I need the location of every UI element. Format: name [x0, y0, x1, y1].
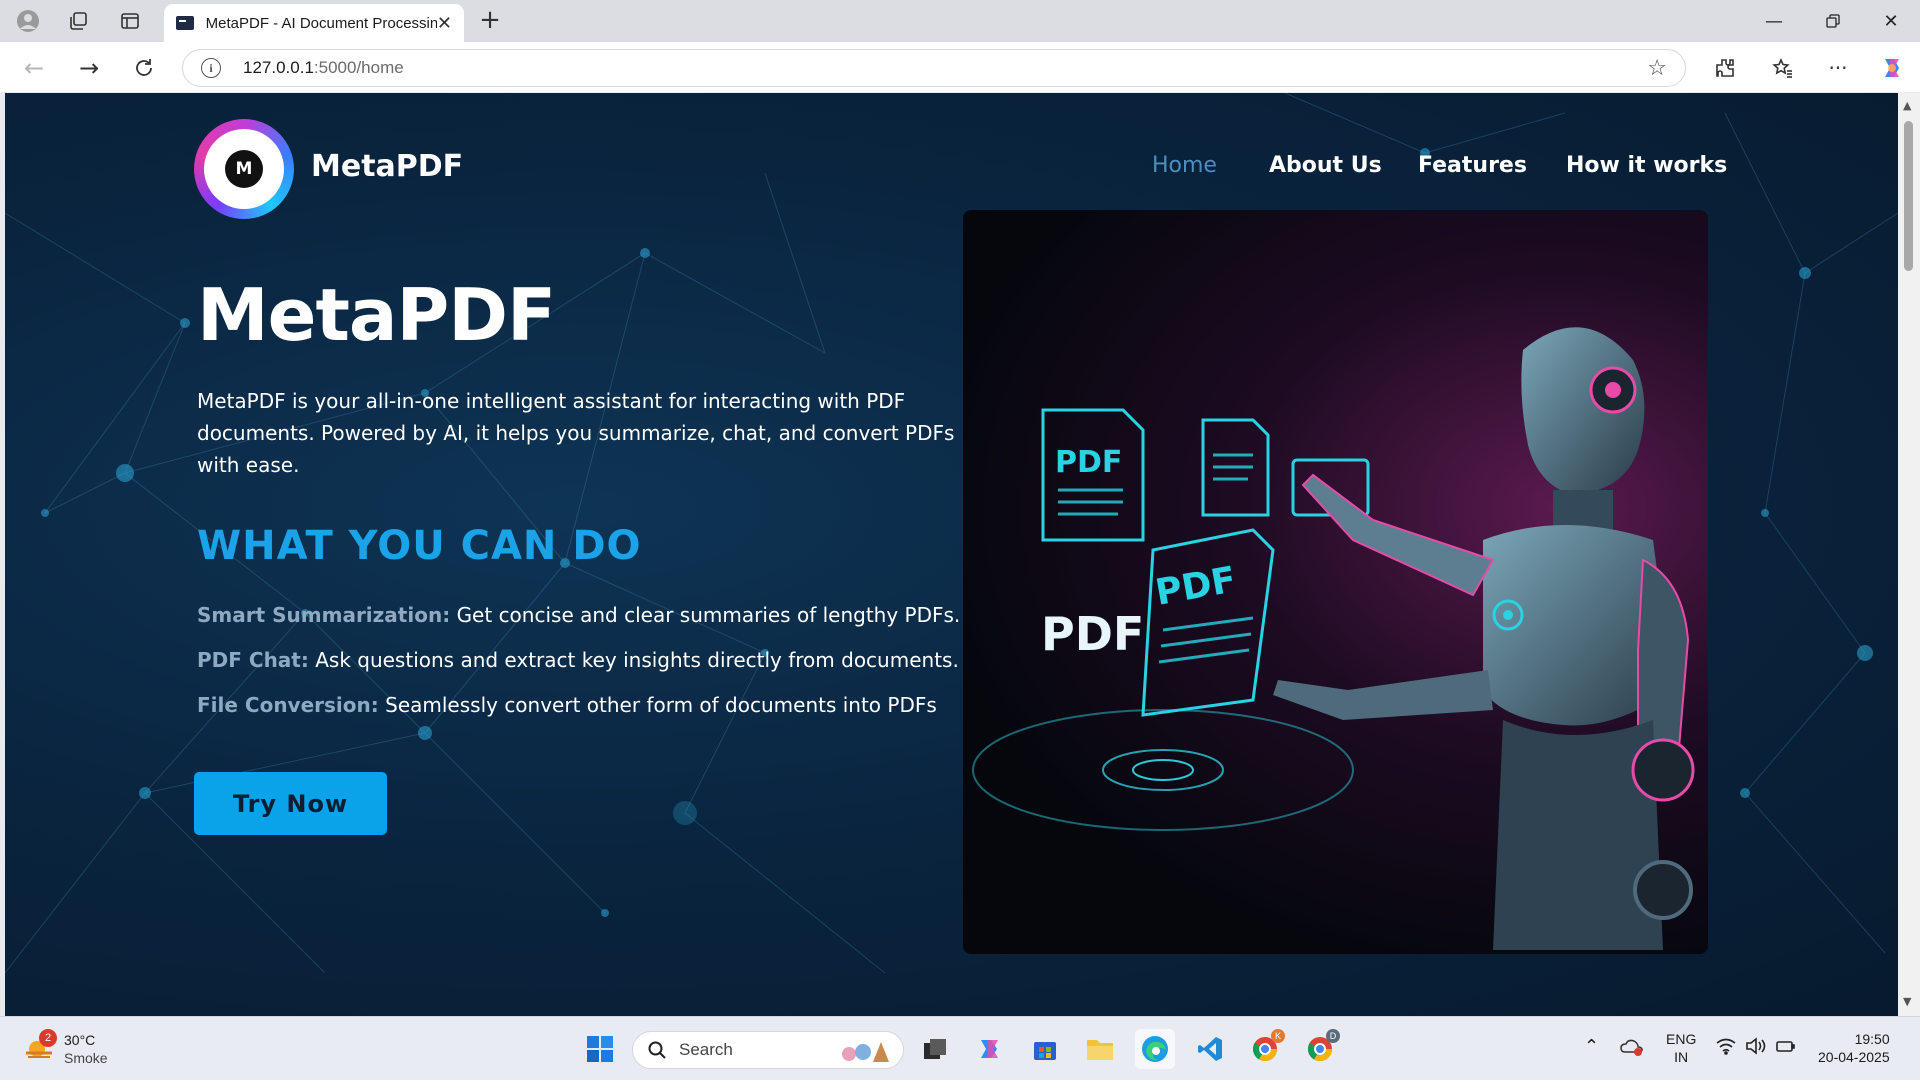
hero-illustration: PDF PDF PDF	[963, 210, 1708, 954]
profile-icon[interactable]	[14, 7, 42, 35]
task-view-icon[interactable]	[915, 1029, 955, 1069]
taskbar-search[interactable]: Search	[632, 1031, 904, 1069]
workspaces-icon[interactable]	[64, 7, 92, 35]
tab-favicon-icon	[176, 16, 194, 30]
weather-condition: Smoke	[64, 1050, 108, 1066]
feature-label: Smart Summarization:	[197, 603, 451, 627]
pdf-label: PDF	[1152, 559, 1239, 613]
feature-item: File Conversion: Seamlessly convert othe…	[197, 693, 937, 717]
file-explorer-icon[interactable]	[1080, 1029, 1120, 1069]
windows-logo-icon	[587, 1036, 613, 1062]
region-code: IN	[1674, 1049, 1689, 1065]
vscode-icon[interactable]	[1190, 1029, 1230, 1069]
clock[interactable]: 19:50 20-04-2025	[1818, 1030, 1890, 1066]
restore-button[interactable]	[1804, 0, 1862, 42]
robot-illustration: PDF PDF PDF	[972, 327, 1695, 950]
extensions-icon[interactable]	[1709, 52, 1741, 84]
scroll-up-icon[interactable]: ▲	[1903, 99, 1911, 112]
vertical-tabs-icon[interactable]	[116, 7, 144, 35]
feature-text: Seamlessly convert other form of documen…	[385, 693, 937, 717]
profile-badge: D	[1326, 1029, 1340, 1043]
chrome-profile-d-icon[interactable]: D	[1300, 1029, 1340, 1069]
hero-title: MetaPDF	[197, 273, 556, 357]
favorites-icon[interactable]	[1767, 52, 1799, 84]
close-window-button[interactable]: ✕	[1862, 0, 1920, 42]
scrollbar-thumb[interactable]	[1904, 121, 1913, 271]
site-info-icon[interactable]: i	[201, 58, 221, 78]
feature-text: Ask questions and extract key insights d…	[315, 648, 959, 672]
onedrive-icon[interactable]	[1620, 1037, 1644, 1061]
minimize-button[interactable]: —	[1745, 0, 1803, 42]
show-hidden-icons-icon[interactable]: ⌃	[1584, 1037, 1599, 1055]
clock-time: 19:50	[1854, 1031, 1890, 1047]
language-indicator[interactable]: ENG IN	[1666, 1030, 1696, 1066]
site-logo[interactable]: M	[194, 119, 294, 219]
tab-close-icon[interactable]: ✕	[437, 13, 452, 34]
feature-text: Get concise and clear summaries of lengt…	[456, 603, 961, 627]
battery-icon[interactable]	[1775, 1037, 1797, 1059]
back-button[interactable]: ←	[18, 52, 50, 84]
search-highlight-icon	[842, 1042, 889, 1062]
copilot-icon[interactable]	[1876, 52, 1908, 84]
temperature: 30°C	[64, 1032, 96, 1048]
page-viewport: M MetaPDF Home About Us Features How it …	[5, 93, 1898, 1016]
tab-title: MetaPDF - AI Document Processing	[205, 14, 437, 32]
copilot-app-icon[interactable]	[970, 1029, 1010, 1069]
edge-browser-icon[interactable]	[1135, 1029, 1175, 1069]
store-icon[interactable]	[1025, 1029, 1065, 1069]
clock-date: 20-04-2025	[1818, 1049, 1890, 1065]
new-tab-button[interactable]: +	[476, 7, 504, 35]
browser-tab-bar: MetaPDF - AI Document Processing ✕ + — ✕	[0, 0, 1920, 42]
try-now-button[interactable]: Try Now	[194, 772, 387, 835]
pdf-label: PDF	[1041, 607, 1144, 661]
start-button[interactable]	[580, 1029, 620, 1069]
windows-taskbar: 2 30°C Smoke Search K D ⌃ ENG IN 19:50 2…	[0, 1016, 1920, 1080]
url-field[interactable]: i 127.0.0.1:5000/home ☆	[182, 49, 1686, 87]
reload-button[interactable]	[128, 52, 160, 84]
weather-text: 30°C Smoke	[64, 1031, 108, 1067]
url-text: 127.0.0.1:5000/home	[243, 58, 404, 78]
feature-label: File Conversion:	[197, 693, 379, 717]
feature-label: PDF Chat:	[197, 648, 309, 672]
address-toolbar: ← → i 127.0.0.1:5000/home ☆ ···	[0, 42, 1920, 92]
brand-name[interactable]: MetaPDF	[311, 149, 463, 184]
forward-button[interactable]: →	[73, 52, 105, 84]
search-icon	[648, 1041, 666, 1059]
url-host: 127.0.0.1	[243, 58, 314, 77]
wifi-icon[interactable]	[1715, 1037, 1737, 1059]
active-tab[interactable]: MetaPDF - AI Document Processing ✕	[164, 4, 464, 42]
more-menu-icon[interactable]: ···	[1822, 52, 1854, 84]
nav-home[interactable]: Home	[1152, 153, 1217, 178]
section-heading: WHAT YOU CAN DO	[197, 523, 642, 569]
logo-letter: M	[225, 150, 263, 188]
weather-badge: 2	[39, 1029, 57, 1047]
url-path: :5000/home	[313, 58, 404, 77]
nav-about-us[interactable]: About Us	[1269, 153, 1382, 178]
page-scrollbar[interactable]: ▲ ▼	[1898, 93, 1920, 1016]
feature-item: PDF Chat: Ask questions and extract key …	[197, 648, 959, 672]
volume-icon[interactable]	[1745, 1037, 1767, 1059]
language-code: ENG	[1666, 1031, 1697, 1047]
scroll-down-icon[interactable]: ▼	[1903, 995, 1911, 1008]
pdf-label: PDF	[1055, 445, 1122, 480]
favorite-star-icon[interactable]: ☆	[1647, 56, 1667, 81]
chrome-profile-k-icon[interactable]: K	[1245, 1029, 1285, 1069]
search-placeholder: Search	[679, 1040, 733, 1059]
profile-badge: K	[1271, 1029, 1285, 1043]
feature-item: Smart Summarization: Get concise and cle…	[197, 603, 960, 627]
logo-inner: M	[204, 129, 284, 209]
hero-description: MetaPDF is your all-in-one intelligent a…	[197, 389, 955, 477]
nav-how-it-works[interactable]: How it works	[1566, 153, 1727, 178]
nav-features[interactable]: Features	[1418, 153, 1527, 178]
